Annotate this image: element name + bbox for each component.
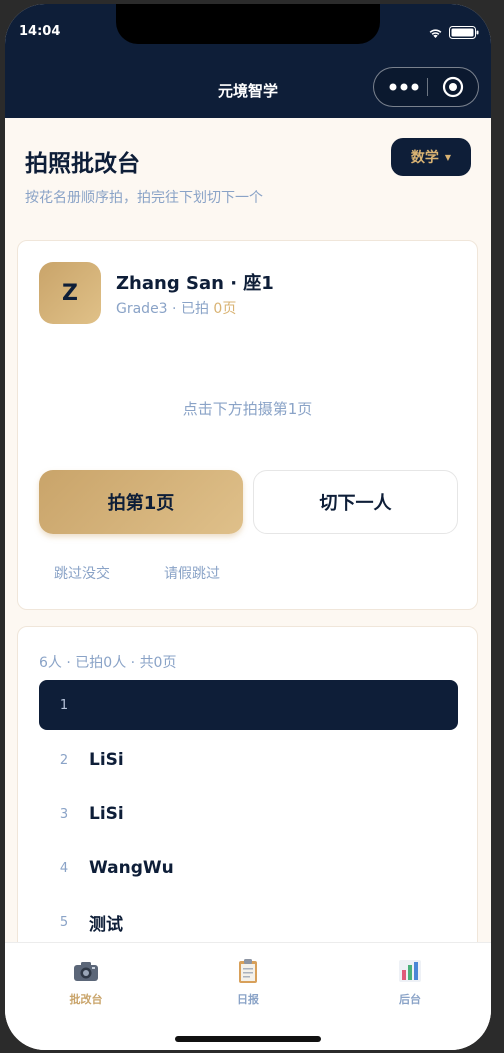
- subject-label: 数学: [410, 150, 439, 166]
- roster-summary: 6人 · 已拍0人 · 共0页: [39, 652, 176, 672]
- subject-selector[interactable]: 数学 ▼: [391, 138, 471, 176]
- student-seat: 座1: [243, 273, 274, 294]
- student-meta: Grade3 · 已拍 0页: [116, 298, 236, 318]
- tab-daily-report[interactable]: 日报: [198, 957, 298, 1007]
- meta-separator-dot: ·: [172, 301, 181, 317]
- page-title: 拍照批改台: [25, 151, 140, 177]
- skip-absent-link[interactable]: 跳过没交: [54, 563, 110, 583]
- tab-grading[interactable]: 批改台: [36, 957, 136, 1007]
- tab-label: 日报: [237, 993, 259, 1006]
- row-number: 1: [59, 697, 69, 713]
- roster-row[interactable]: 2 LiSi: [39, 735, 458, 785]
- row-name: WangWu: [89, 858, 174, 878]
- tab-admin[interactable]: 后台: [360, 957, 460, 1007]
- status-icons: [428, 26, 479, 39]
- roster-pages: 共0页: [139, 655, 177, 671]
- roster-row-active[interactable]: 1: [39, 680, 458, 730]
- wifi-icon: [429, 29, 442, 38]
- bottom-tab-bar: 批改台 日报 后台: [5, 942, 491, 1050]
- camera-icon: [74, 962, 98, 981]
- status-time: 14:04: [19, 24, 61, 39]
- row-number: 3: [59, 806, 69, 822]
- phone-screen: 14:04 元境智学 拍照批改台 按花名册顺序拍，拍完往下划切下一个 数学 ▼ …: [5, 4, 491, 1050]
- row-name: LiSi: [89, 804, 124, 824]
- home-indicator[interactable]: [175, 1036, 321, 1042]
- roster-row[interactable]: 5 测试: [39, 897, 458, 947]
- current-student-card: Z Zhang San · 座1 Grade3 · 已拍 0页 点击下方拍摄第1…: [17, 240, 478, 610]
- name-separator-dot: ·: [230, 273, 244, 294]
- notch: [116, 4, 380, 44]
- row-number: 4: [59, 860, 69, 876]
- row-number: 5: [59, 914, 69, 930]
- photographed-count: 0页: [213, 301, 237, 317]
- roster-row[interactable]: 4 WangWu: [39, 843, 458, 893]
- student-name-line: Zhang San · 座1: [116, 269, 274, 295]
- summary-dot: ·: [66, 655, 76, 671]
- roster-photographed: 已拍0人: [75, 655, 127, 671]
- top-bar: 14:04 元境智学: [5, 4, 491, 118]
- student-grade: Grade3: [116, 301, 168, 317]
- student-name: Zhang San: [116, 273, 224, 294]
- close-miniprogram-icon[interactable]: [442, 76, 464, 98]
- next-student-button[interactable]: 切下一人: [253, 470, 458, 534]
- more-icon[interactable]: [389, 81, 419, 93]
- summary-dot: ·: [130, 655, 140, 671]
- student-avatar: Z: [39, 262, 101, 324]
- photo-hint: 点击下方拍摄第1页: [182, 400, 313, 418]
- roster-row[interactable]: 3 LiSi: [39, 789, 458, 839]
- roster-total: 6人: [39, 655, 62, 671]
- clipboard-icon: [239, 959, 257, 983]
- skip-leave-link[interactable]: 请假跳过: [164, 563, 220, 583]
- tab-label: 批改台: [69, 993, 103, 1006]
- row-name: 测试: [89, 914, 123, 935]
- capsule-divider: [427, 78, 428, 96]
- photographed-label: 已拍: [180, 301, 209, 317]
- bar-chart-icon: [399, 960, 421, 982]
- caret-down-icon: ▼: [444, 152, 452, 162]
- page-subtitle: 按花名册顺序拍，拍完往下划切下一个: [25, 190, 263, 206]
- row-number: 2: [59, 752, 69, 768]
- miniprogram-capsule: [373, 67, 479, 107]
- row-name: LiSi: [89, 750, 124, 770]
- capture-page-button[interactable]: 拍第1页: [39, 470, 243, 534]
- tab-label: 后台: [399, 993, 421, 1006]
- battery-icon: [449, 26, 479, 39]
